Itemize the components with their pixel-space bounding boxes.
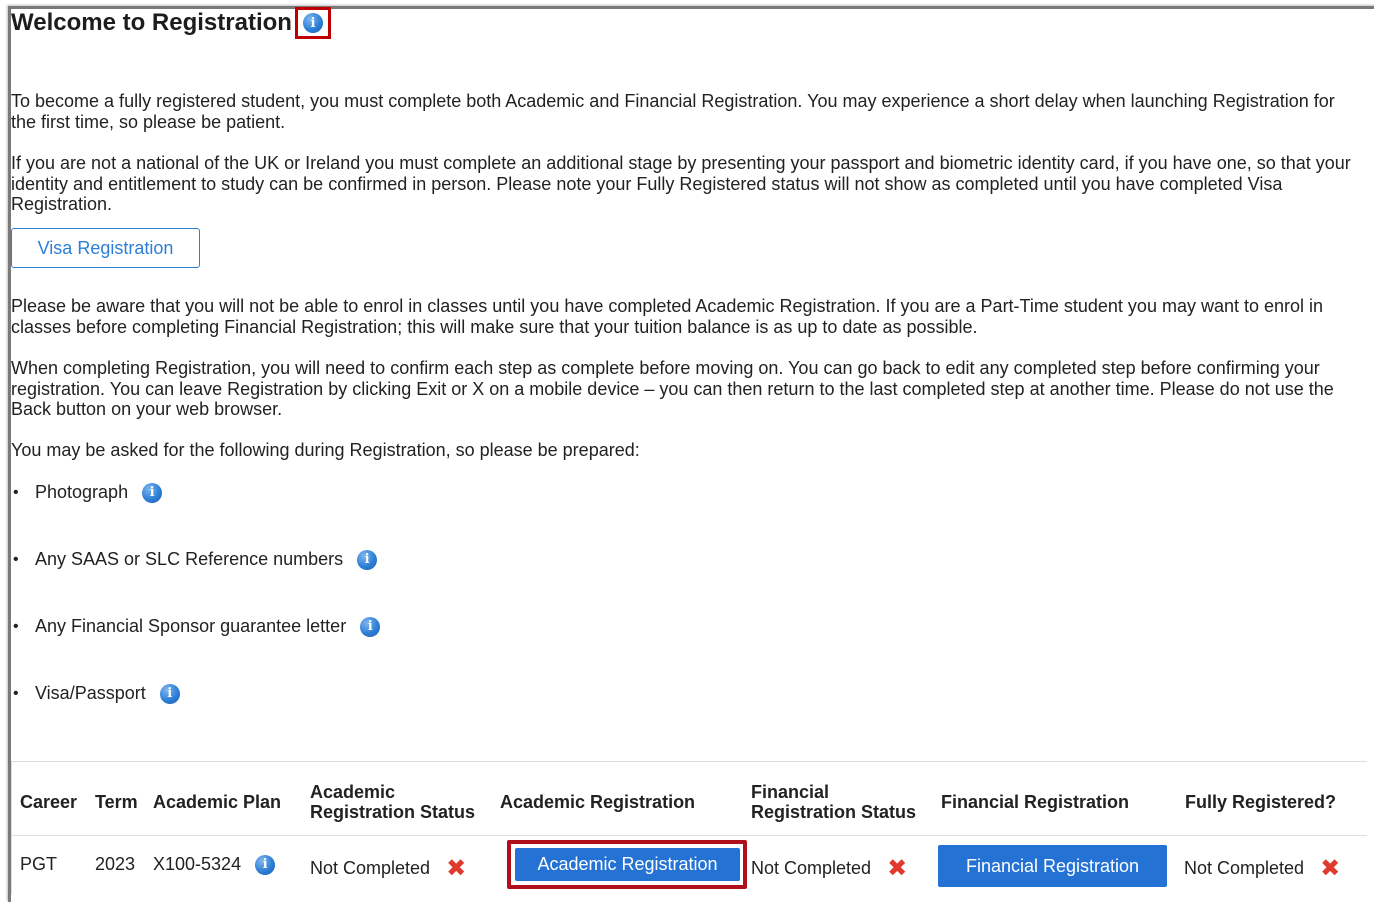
info-icon[interactable]: i xyxy=(302,13,323,33)
header-academic-status-line1: Academic xyxy=(310,782,396,802)
header-financial-status-line1: Financial xyxy=(751,782,830,802)
list-item-label: Photograph xyxy=(35,482,129,502)
header-financial-status: Financial Registration Status xyxy=(751,782,916,822)
list-item: • Photograph i xyxy=(11,482,163,503)
header-career: Career xyxy=(20,792,78,812)
cell-academic-plan: X100-5324 i xyxy=(153,854,276,875)
page-title: Welcome to Registration xyxy=(11,9,292,36)
financial-status-text: Not Completed xyxy=(751,857,872,878)
cross-icon: ✖ xyxy=(1320,854,1341,882)
header-term: Term xyxy=(95,792,138,812)
header-financial-status-line2: Registration Status xyxy=(751,802,917,822)
bullet-dot: • xyxy=(13,684,19,702)
financial-registration-button[interactable]: Financial Registration xyxy=(938,845,1167,887)
bullet-dot: • xyxy=(13,550,19,568)
info-icon[interactable]: i xyxy=(360,616,381,637)
cell-career: PGT xyxy=(20,854,58,874)
visa-registration-button[interactable]: Visa Registration xyxy=(11,228,200,268)
visa-paragraph: If you are not a national of the UK or I… xyxy=(11,153,1351,214)
prepare-paragraph: You may be asked for the following durin… xyxy=(11,440,640,460)
registration-table: Career Term Academic Plan Academic Regis… xyxy=(11,761,1367,894)
info-icon[interactable]: i xyxy=(159,683,180,704)
table-row: PGT 2023 X100-5324 i Not Completed ✖ Aca… xyxy=(12,836,1367,894)
bullet-dot: • xyxy=(13,483,19,501)
title-row: Welcome to Registration i xyxy=(11,7,331,39)
academic-registration-button[interactable]: Academic Registration xyxy=(515,848,740,881)
fully-registered-text: Not Completed xyxy=(1184,857,1305,878)
academic-plan-code: X100-5324 xyxy=(153,854,242,874)
cross-icon: ✖ xyxy=(887,854,908,882)
header-fully-registered: Fully Registered? xyxy=(1185,792,1337,812)
list-item: • Any Financial Sponsor guarantee letter… xyxy=(11,616,381,637)
header-academic-status: Academic Registration Status xyxy=(310,782,475,822)
header-academic-registration: Academic Registration xyxy=(500,792,696,812)
info-icon[interactable]: i xyxy=(357,549,378,570)
cell-term: 2023 xyxy=(95,854,136,874)
title-info-highlight[interactable]: i xyxy=(294,7,331,39)
list-item-label: Any Financial Sponsor guarantee letter xyxy=(35,616,347,636)
header-academic-plan: Academic Plan xyxy=(153,792,282,812)
intro-paragraph: To become a fully registered student, yo… xyxy=(11,91,1335,132)
cross-icon: ✖ xyxy=(446,854,467,882)
cell-fully-registered: Not Completed ✖ xyxy=(1184,854,1340,882)
info-icon[interactable]: i xyxy=(255,854,276,875)
cell-academic-status: Not Completed ✖ xyxy=(310,854,466,882)
list-item: • Visa/Passport i xyxy=(11,683,180,704)
academic-status-text: Not Completed xyxy=(310,857,431,878)
list-item: • Any SAAS or SLC Reference numbers i xyxy=(11,549,378,570)
table-header: Career Term Academic Plan Academic Regis… xyxy=(12,762,1367,836)
completion-paragraph: When completing Registration, you will n… xyxy=(11,358,1334,419)
enrol-paragraph: Please be aware that you will not be abl… xyxy=(11,296,1324,337)
list-item-label: Visa/Passport xyxy=(35,683,146,703)
bullet-dot: • xyxy=(13,617,19,635)
header-financial-registration: Financial Registration xyxy=(941,792,1130,812)
list-item-label: Any SAAS or SLC Reference numbers xyxy=(35,549,344,569)
info-icon[interactable]: i xyxy=(142,482,163,503)
header-academic-status-line2: Registration Status xyxy=(310,802,476,822)
cell-financial-status: Not Completed ✖ xyxy=(751,854,907,882)
